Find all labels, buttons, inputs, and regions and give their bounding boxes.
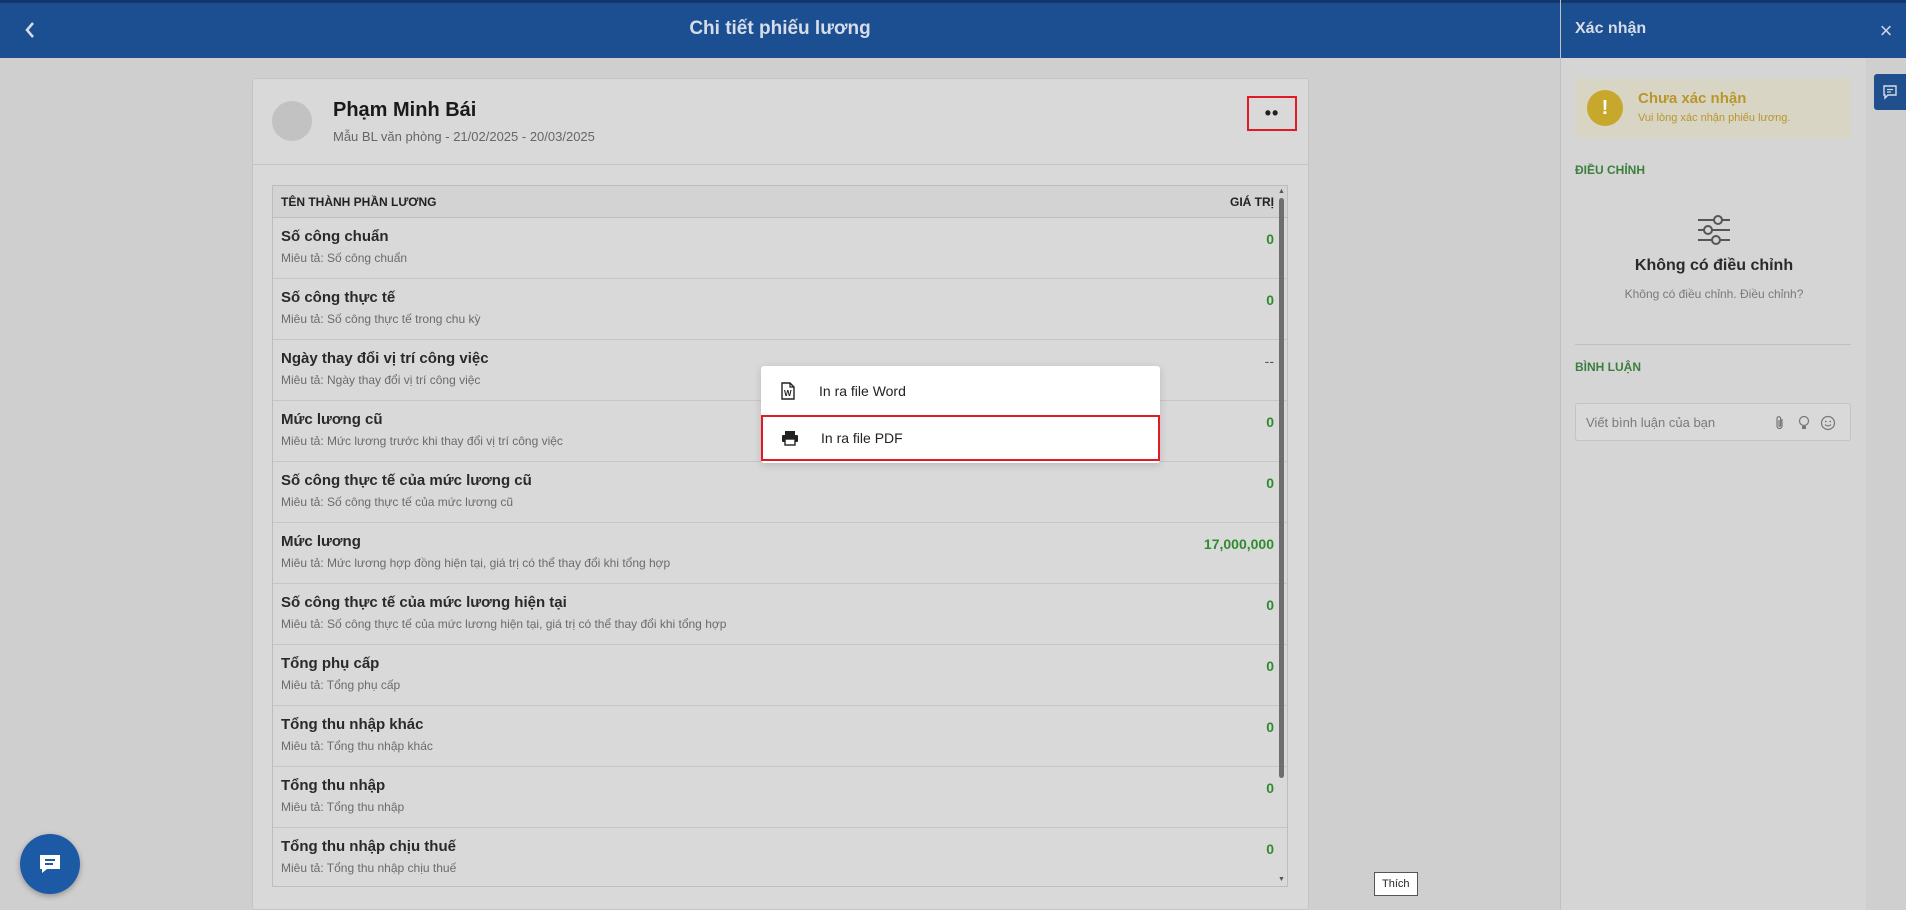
payslip-period: Mẫu BL văn phòng - 21/02/2025 - 20/03/20…: [333, 129, 595, 144]
no-adjustment-subtitle[interactable]: Không có điều chỉnh. Điều chỉnh?: [1561, 287, 1867, 301]
table-scrollbar[interactable]: ▲ ▼: [1278, 188, 1285, 884]
confirm-panel-header: Xác nhận: [1561, 0, 1867, 58]
row-value: 0: [1266, 475, 1274, 491]
row-desc: Miêu tả: Số công thực tế của mức lương c…: [281, 495, 514, 509]
row-value: 0: [1266, 841, 1274, 857]
row-name: Số công thực tế của mức lương hiện tại: [281, 594, 567, 611]
row-name: Tổng phụ cấp: [281, 655, 380, 672]
status-subtitle: Vui lòng xác nhận phiếu lương.: [1638, 112, 1791, 124]
adjust-section-label: ĐIỀU CHỈNH: [1575, 163, 1646, 177]
payslip-card: Phạm Minh Bái Mẫu BL văn phòng - 21/02/2…: [252, 78, 1309, 910]
row-value: 0: [1266, 414, 1274, 430]
page-title: Chi tiết phiếu lương: [689, 18, 871, 39]
row-value: 0: [1266, 780, 1274, 796]
table-row: Tổng thu nhập khác Miêu tả: Tổng thu nhậ…: [273, 706, 1287, 767]
chat-bubble-icon: [40, 855, 60, 873]
status-banner: ! Chưa xác nhận Vui lòng xác nhận phiếu …: [1575, 78, 1851, 138]
message-icon: [1883, 85, 1897, 100]
export-word-item[interactable]: W In ra file Word: [761, 368, 1160, 414]
row-desc: Miêu tả: Tổng phụ cấp: [281, 678, 401, 692]
column-header-name: TÊN THÀNH PHẦN LƯƠNG: [281, 194, 437, 209]
row-name: Số công thực tế của mức lương cũ: [281, 472, 532, 489]
column-header-value: GIÁ TRỊ: [1230, 194, 1274, 209]
status-title: Chưa xác nhận: [1638, 90, 1747, 107]
confirm-panel-title: Xác nhận: [1575, 20, 1647, 37]
table-row: Mức lương Miêu tả: Mức lương hợp đồng hi…: [273, 523, 1287, 584]
svg-text:W: W: [784, 389, 792, 398]
row-desc: Miêu tả: Tổng thu nhập khác: [281, 739, 433, 753]
export-pdf-label: In ra file PDF: [821, 430, 903, 446]
emoji-icon[interactable]: [1819, 414, 1837, 432]
row-desc: Miêu tả: Tổng thu nhập chịu thuế: [281, 861, 457, 875]
app-header: Chi tiết phiếu lương: [0, 0, 1560, 58]
export-word-label: In ra file Word: [819, 383, 906, 399]
like-tooltip: Thích: [1374, 872, 1418, 896]
row-name: Tổng thu nhập: [281, 777, 386, 794]
row-name: Ngày thay đổi vị trí công việc: [281, 350, 489, 367]
row-desc: Miêu tả: Số công chuẩn: [281, 251, 408, 265]
table-row: Số công thực tế của mức lương cũ Miêu tả…: [273, 462, 1287, 523]
table-row: Tổng thu nhập Miêu tả: Tổng thu nhập 0: [273, 767, 1287, 828]
row-desc: Miêu tả: Số công thực tế của mức lương h…: [281, 617, 727, 631]
row-name: Số công thực tế: [281, 289, 396, 306]
row-value: 0: [1266, 597, 1274, 613]
paperclip-icon[interactable]: [1771, 414, 1789, 432]
no-adjustment-title: Không có điều chỉnh: [1634, 257, 1794, 274]
row-name: Mức lương: [281, 533, 361, 550]
divider: [1575, 344, 1851, 345]
row-value: --: [1264, 353, 1274, 369]
more-options-button[interactable]: ••: [1247, 96, 1297, 131]
row-name: Tổng thu nhập chịu thuế: [281, 838, 456, 855]
word-file-icon: W: [775, 382, 801, 400]
salary-table: TÊN THÀNH PHẦN LƯƠNG GIÁ TRỊ Số công chu…: [272, 185, 1288, 887]
comment-tab-button[interactable]: [1874, 74, 1906, 110]
comment-input[interactable]: Viết bình luận của bạn: [1575, 403, 1851, 441]
payslip-header: Phạm Minh Bái Mẫu BL văn phòng - 21/02/2…: [253, 79, 1308, 165]
row-value: 0: [1266, 231, 1274, 247]
row-value: 0: [1266, 658, 1274, 674]
row-value: 0: [1266, 719, 1274, 735]
comment-placeholder: Viết bình luận của bạn: [1586, 415, 1716, 430]
row-desc: Miêu tả: Tổng thu nhập: [281, 800, 405, 814]
row-value: 17,000,000: [1203, 536, 1274, 552]
close-panel-button[interactable]: ×: [1866, 0, 1906, 58]
table-row: Tổng thu nhập chịu thuế Miêu tả: Tổng th…: [273, 828, 1287, 886]
support-chat-button[interactable]: [20, 834, 80, 894]
scroll-up-arrow-icon[interactable]: ▲: [1278, 188, 1285, 196]
lightbulb-icon[interactable]: [1795, 414, 1813, 432]
table-row: Tổng phụ cấp Miêu tả: Tổng phụ cấp 0: [273, 645, 1287, 706]
scroll-thumb[interactable]: [1279, 198, 1284, 778]
table-header: TÊN THÀNH PHẦN LƯƠNG GIÁ TRỊ: [273, 186, 1287, 218]
export-menu: W In ra file Word In ra file PDF: [761, 366, 1160, 463]
scroll-down-arrow-icon[interactable]: ▼: [1278, 876, 1285, 884]
row-value: 0: [1266, 292, 1274, 308]
warning-icon: !: [1587, 90, 1623, 126]
avatar: [272, 101, 312, 141]
confirm-panel: Xác nhận ! Chưa xác nhận Vui lòng xác nh…: [1560, 0, 1867, 910]
export-pdf-item[interactable]: In ra file PDF: [761, 415, 1160, 461]
table-row: Số công thực tế Miêu tả: Số công thực tế…: [273, 279, 1287, 340]
row-name: Tổng thu nhập khác: [281, 716, 424, 733]
table-row: Số công chuẩn Miêu tả: Số công chuẩn 0: [273, 218, 1287, 279]
table-row: Số công thực tế của mức lương hiện tại M…: [273, 584, 1287, 645]
printer-icon: [777, 430, 803, 446]
row-desc: Miêu tả: Số công thực tế trong chu kỳ: [281, 312, 481, 326]
close-strip: ×: [1866, 0, 1906, 910]
comment-section-label: BÌNH LUẬN: [1575, 360, 1641, 374]
employee-name: Phạm Minh Bái: [333, 99, 477, 121]
row-desc: Miêu tả: Mức lương hợp đồng hiện tại, gi…: [281, 556, 671, 570]
sliders-icon: [1698, 215, 1730, 245]
row-name: Số công chuẩn: [281, 228, 389, 245]
